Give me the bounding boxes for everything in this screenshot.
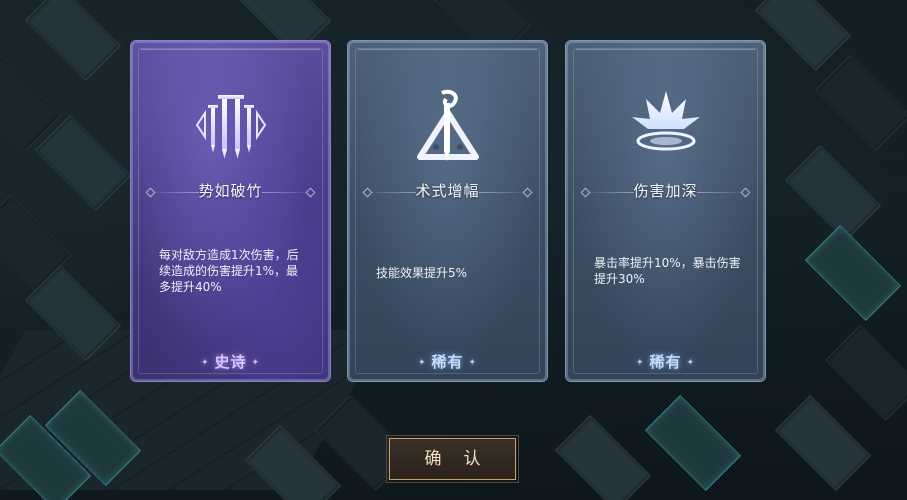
- card-title: 伤害加深: [633, 182, 698, 200]
- sparkle-icon: ✦: [417, 357, 427, 368]
- sparkle-icon: ✦: [200, 357, 210, 368]
- card-description: 每对敌方造成1次伤害，后续造成的伤害提升1%，最多提升40%: [159, 248, 299, 294]
- swords-icon: [189, 83, 273, 167]
- rarity-label: ✦ 稀有 ✦: [348, 351, 547, 372]
- card-title: 术式增幅: [415, 182, 480, 200]
- rarity-text: 史诗: [214, 353, 247, 371]
- rarity-text: 稀有: [431, 353, 464, 371]
- card-frame-top: [576, 49, 755, 56]
- buff-card-rare[interactable]: 术式增幅 技能效果提升5% ✦ 稀有 ✦: [347, 40, 548, 382]
- rarity-label: ✦ 史诗 ✦: [131, 351, 330, 372]
- card-frame-top: [358, 49, 537, 56]
- buff-card-rare[interactable]: 伤害加深 暴击率提升10%，暴击伤害提升30% ✦ 稀有 ✦: [565, 40, 766, 382]
- buff-card-epic[interactable]: 势如破竹 每对敌方造成1次伤害，后续造成的伤害提升1%，最多提升40% ✦ 史诗 ✦: [130, 40, 331, 382]
- card-description: 技能效果提升5%: [376, 266, 468, 280]
- burst-icon: [624, 83, 708, 167]
- card-description: 暴击率提升10%，暴击伤害提升30%: [594, 256, 741, 286]
- card-frame-top: [141, 49, 320, 56]
- sparkle-icon: ✦: [468, 357, 478, 368]
- confirm-button[interactable]: 确认: [386, 435, 519, 483]
- rarity-label: ✦ 稀有 ✦: [566, 351, 765, 372]
- card-title: 势如破竹: [198, 182, 263, 200]
- staff-triangle-icon: [406, 83, 490, 167]
- sparkle-icon: ✦: [686, 357, 696, 368]
- rarity-text: 稀有: [649, 353, 682, 371]
- sparkle-icon: ✦: [635, 357, 645, 368]
- sparkle-icon: ✦: [251, 357, 261, 368]
